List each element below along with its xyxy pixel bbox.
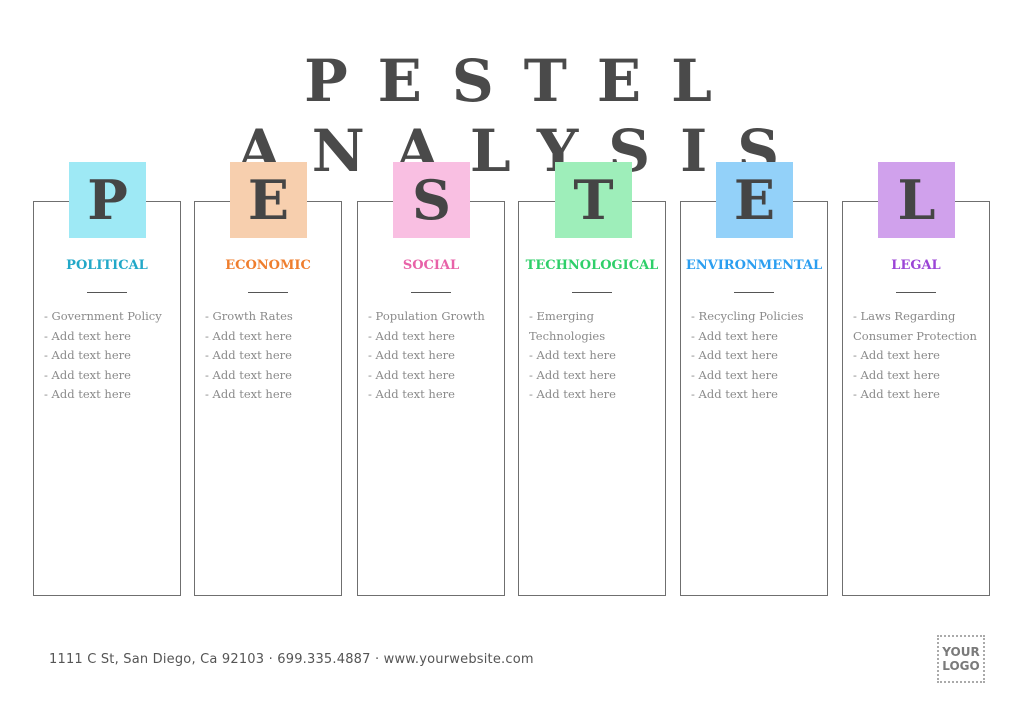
item-list: - Growth Rates - Add text here - Add text … bbox=[205, 307, 337, 405]
list-item: - Add text here bbox=[529, 348, 616, 362]
pestel-card-technological: TECHNOLOGICAL - Emerging Technologies - Add… bbox=[518, 201, 666, 596]
list-item: - Add text here bbox=[691, 348, 778, 362]
title-divider bbox=[411, 292, 451, 293]
badge-letter: E bbox=[247, 168, 290, 232]
list-item: - Add text here bbox=[853, 367, 940, 382]
item-list: - Laws Regarding Consumer Protection - Add… bbox=[853, 307, 985, 405]
item-list: - Emerging Technologies - Add text here - A… bbox=[529, 307, 661, 405]
list-item: - Add text here bbox=[368, 348, 455, 362]
list-item: - Add text here bbox=[205, 367, 292, 382]
badge-letter: L bbox=[897, 168, 936, 232]
logo-line-1: YOUR bbox=[942, 645, 980, 659]
title-divider bbox=[248, 292, 288, 293]
item-list: - Population Growth - Add text here - Add … bbox=[368, 307, 500, 405]
page-title: PESTEL ANALYSIS bbox=[236, 47, 810, 185]
card-title: ENVIRONMENTAL bbox=[685, 258, 823, 273]
list-item: - Recycling Policies bbox=[691, 309, 804, 323]
list-item: - Add text here bbox=[368, 367, 455, 382]
letter-badge: E bbox=[230, 162, 307, 238]
item-list: - Recycling Policies - Add text here - Add… bbox=[691, 307, 823, 405]
pestel-card-economic: ECONOMIC - Growth Rates - Add text here - A… bbox=[194, 201, 342, 596]
item-list: - Government Policy - Add text here - Add … bbox=[44, 307, 176, 405]
footer-contact: 1111 C St, San Diego, Ca 92103 · 699.335… bbox=[49, 652, 534, 667]
title-divider bbox=[572, 292, 612, 293]
badge-letter: E bbox=[733, 168, 776, 232]
card-title: SOCIAL bbox=[402, 258, 460, 273]
letter-badge: P bbox=[69, 162, 146, 238]
list-item: - Add text here bbox=[691, 367, 778, 382]
letter-badge: L bbox=[878, 162, 955, 238]
title-divider bbox=[896, 292, 936, 293]
badge-letter: S bbox=[412, 168, 451, 232]
card-title: TECHNOLOGICAL bbox=[525, 258, 659, 273]
list-item: - Add text here bbox=[853, 387, 940, 401]
logo-placeholder: YOUR LOGO bbox=[937, 635, 985, 683]
pestel-card-social: SOCIAL - Population Growth - Add text here… bbox=[357, 201, 505, 596]
list-item: - Add text here bbox=[44, 367, 131, 382]
list-item: - Growth Rates bbox=[205, 309, 293, 323]
list-item: - Population Growth bbox=[368, 309, 485, 323]
card-title: LEGAL bbox=[891, 258, 941, 273]
list-item: - Add text here bbox=[853, 348, 940, 362]
list-item: - Emerging bbox=[529, 309, 594, 323]
list-item: - Add text here bbox=[529, 367, 616, 382]
list-item: - Add text here bbox=[44, 387, 131, 401]
list-item: - Add text here bbox=[368, 328, 455, 343]
logo-line-2: LOGO bbox=[942, 659, 980, 673]
pestel-card-legal: LEGAL - Laws Regarding Consumer Protection… bbox=[842, 201, 990, 596]
list-item: Consumer Protection bbox=[853, 328, 977, 343]
list-item: - Add text here bbox=[44, 328, 131, 343]
list-item: - Laws Regarding bbox=[853, 309, 956, 323]
list-item: - Add text here bbox=[44, 348, 131, 362]
list-item: - Add text here bbox=[205, 348, 292, 362]
list-item: - Government Policy bbox=[44, 309, 162, 323]
letter-badge: E bbox=[716, 162, 793, 238]
pestel-card-environmental: ENVIRONMENTAL - Recycling Policies - Add t… bbox=[680, 201, 828, 596]
card-title: ECONOMIC bbox=[225, 258, 311, 273]
card-title: POLITICAL bbox=[66, 258, 148, 273]
list-item: - Add text here bbox=[205, 328, 292, 343]
badge-letter: P bbox=[87, 168, 128, 232]
badge-letter: T bbox=[573, 168, 614, 232]
letter-badge: T bbox=[555, 162, 632, 238]
letter-badge: S bbox=[393, 162, 470, 238]
pestel-card-political: POLITICAL - Government Policy - Add text h… bbox=[33, 201, 181, 596]
list-item: - Add text here bbox=[205, 387, 292, 401]
list-item: - Add text here bbox=[368, 387, 455, 401]
list-item: - Add text here bbox=[529, 387, 616, 401]
title-divider bbox=[87, 292, 127, 293]
list-item: Technologies bbox=[529, 328, 606, 343]
list-item: - Add text here bbox=[691, 387, 778, 401]
title-divider bbox=[734, 292, 774, 293]
list-item: - Add text here bbox=[691, 328, 778, 343]
